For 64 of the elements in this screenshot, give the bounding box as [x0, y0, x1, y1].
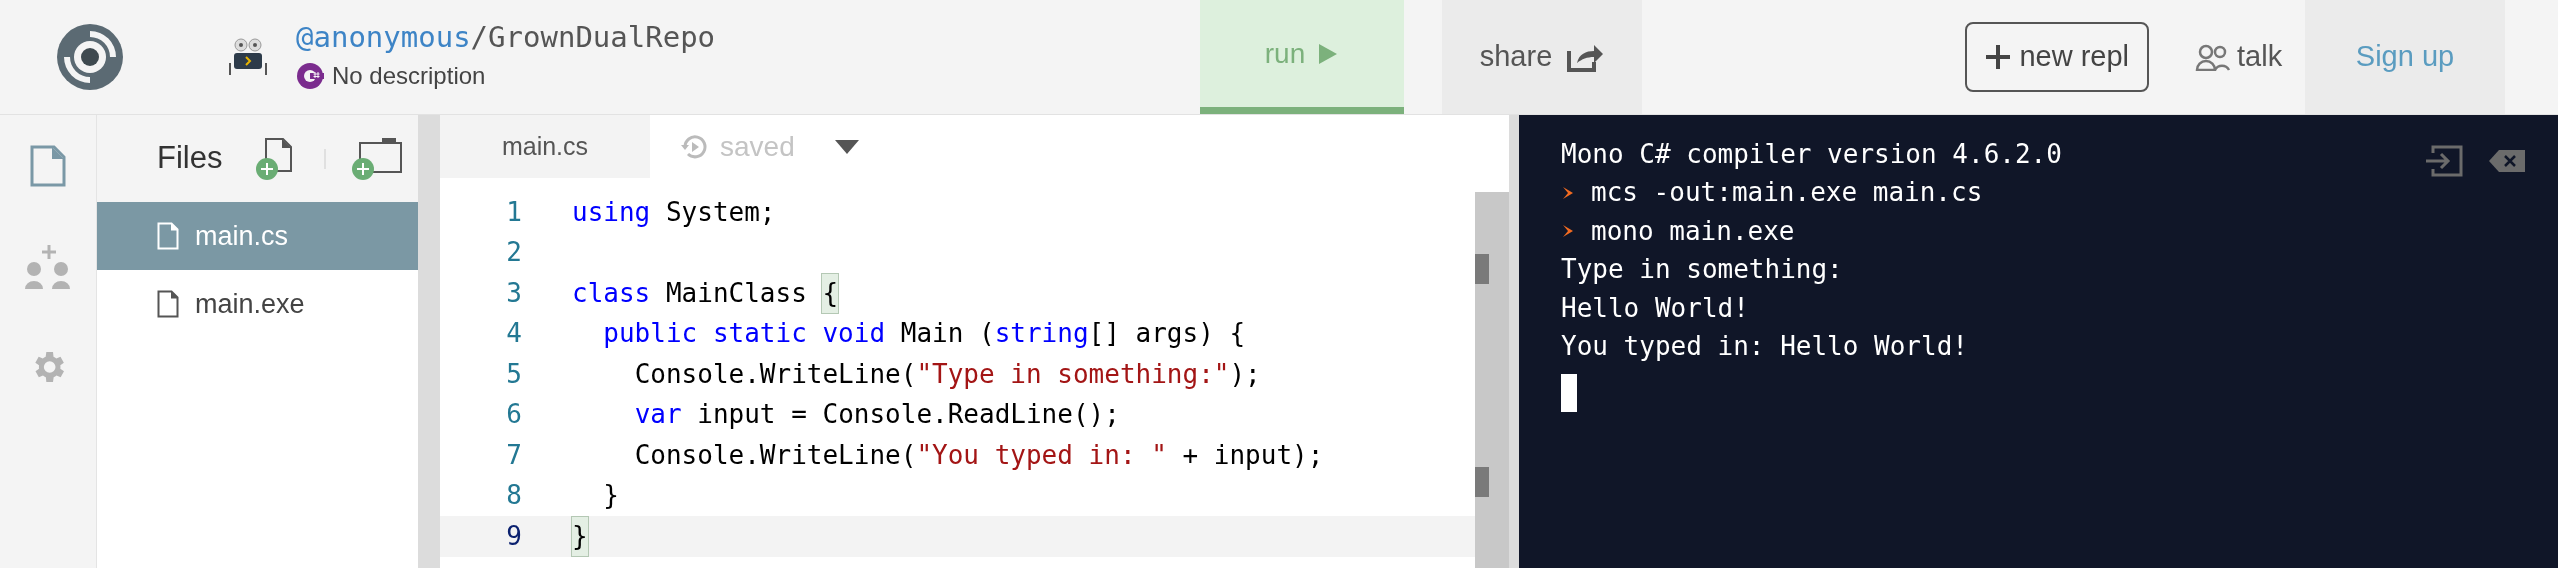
code-text: [] args) {	[1088, 317, 1246, 351]
line-number: 2	[505, 236, 523, 270]
code-text: Main (	[900, 317, 995, 351]
line-number: 8	[505, 479, 523, 513]
code-string: "You typed in: "	[916, 438, 1167, 472]
logo-icon[interactable]	[56, 23, 124, 91]
line-number: 3	[505, 276, 523, 310]
code-keyword: string	[994, 317, 1089, 351]
exit-icon[interactable]	[2425, 145, 2463, 177]
owner-link[interactable]: @anonymous	[296, 20, 471, 54]
code-keyword: class	[572, 276, 651, 310]
code-bracket: {	[822, 273, 839, 313]
console-output: Type in something:	[1561, 253, 1843, 287]
repl-name: GrownDualRepo	[488, 20, 716, 54]
dropdown-caret-icon[interactable]	[834, 139, 859, 154]
console-output: Hello World!	[1561, 291, 1749, 325]
line-number: 9	[505, 519, 523, 553]
code-keyword: var	[634, 398, 682, 432]
code-text: + input);	[1182, 438, 1324, 472]
add-people-icon[interactable]	[25, 245, 71, 289]
code-text: Console.WriteLine(	[634, 357, 917, 391]
line-number: 6	[505, 398, 523, 432]
console-command: mono main.exe	[1591, 214, 1795, 248]
file-name: main.exe	[195, 287, 305, 321]
code-text: MainClass	[665, 276, 808, 310]
file-name: main.cs	[195, 219, 289, 253]
repl-description: No description	[332, 61, 486, 91]
scroll-thumb	[1475, 254, 1489, 284]
clear-icon[interactable]	[2489, 150, 2525, 172]
prompt-icon	[1561, 223, 1575, 240]
editor-tab[interactable]: main.cs	[440, 115, 650, 178]
save-status: saved	[720, 129, 795, 164]
add-folder-icon[interactable]	[352, 136, 403, 181]
console-cursor	[1561, 374, 1577, 412]
line-number: 5	[505, 357, 523, 391]
file-icon	[157, 222, 179, 250]
scroll-thumb	[1475, 467, 1489, 497]
add-file-icon[interactable]	[256, 136, 295, 181]
code-keyword: public static void	[603, 317, 886, 351]
file-icon	[157, 290, 179, 318]
plus-icon	[1985, 44, 2012, 70]
people-icon	[2195, 43, 2231, 71]
share-button[interactable]: share	[1442, 0, 1642, 114]
code-text: );	[1229, 357, 1261, 391]
line-number: 4	[505, 317, 523, 351]
code-text: System;	[665, 195, 776, 229]
files-heading: Files	[157, 139, 223, 178]
code-keyword: using	[572, 195, 651, 229]
console-output: Mono C# compiler version 4.6.2.0	[1561, 137, 2062, 171]
language-logo-icon	[296, 62, 324, 90]
new-repl-button[interactable]: new repl	[1965, 22, 2149, 92]
prompt-icon	[1561, 184, 1575, 201]
line-number: 7	[505, 438, 523, 472]
code-bracket: }	[572, 516, 588, 556]
code-text: Console.WriteLine(	[634, 438, 917, 472]
file-icon[interactable]	[30, 145, 66, 187]
code-string: "Type in something:"	[916, 357, 1230, 391]
path-separator: /	[470, 20, 489, 54]
code-text: input = Console.ReadLine();	[697, 398, 1120, 432]
console-command: mcs -out:main.exe main.cs	[1591, 176, 1983, 210]
talk-link[interactable]: talk	[2195, 0, 2305, 114]
code-text: }	[603, 479, 619, 513]
line-number: 1	[505, 195, 523, 229]
console-output: You typed in: Hello World!	[1561, 330, 1968, 364]
